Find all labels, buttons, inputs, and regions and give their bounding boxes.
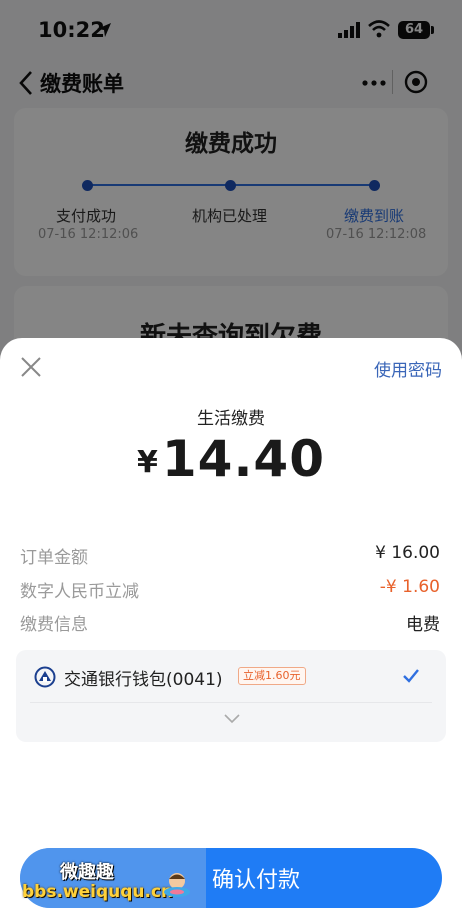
ecny-discount-label: 数字人民币立减 (20, 582, 139, 602)
chevron-down-icon[interactable] (224, 714, 240, 724)
currency-symbol: ¥ (136, 445, 158, 480)
ecny-discount-value: -¥ 1.60 (379, 577, 440, 597)
check-icon (403, 669, 419, 683)
close-icon[interactable] (20, 356, 42, 378)
payment-info-value: 电费 (406, 615, 440, 635)
watermark-mascot-icon (164, 873, 190, 897)
discount-badge: 立减1.60元 (238, 667, 306, 685)
watermark-url-text: bbs.weiququ.cn (22, 882, 174, 902)
amount-value: 14.40 (161, 430, 326, 488)
payment-info-label: 缴费信息 (20, 615, 88, 635)
order-amount-value: ¥ 16.00 (375, 543, 440, 563)
payment-method-box[interactable]: 交通银行钱包(0041) 立减1.60元 (16, 650, 446, 742)
watermark-top-text: 微趣趣 (60, 862, 114, 883)
payment-title: 生活缴费 (197, 409, 265, 429)
bank-wallet-name: 交通银行钱包(0041) (64, 670, 223, 690)
use-password-link[interactable]: 使用密码 (374, 356, 442, 381)
payment-amount: ¥14.40 (0, 430, 462, 488)
bocom-bank-logo-icon (34, 666, 56, 688)
order-amount-label: 订单金额 (20, 548, 88, 568)
bank-divider (30, 702, 432, 703)
